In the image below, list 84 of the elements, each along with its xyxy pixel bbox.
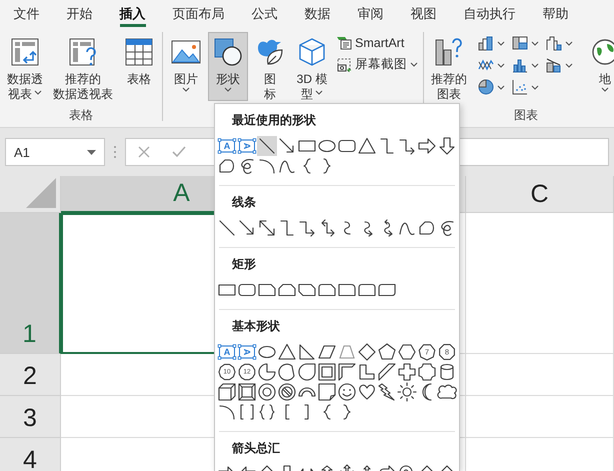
ribbon-tab[interactable]: 自动执行 (450, 0, 529, 28)
chord-shape-icon[interactable] (277, 362, 297, 382)
section-title: 矩形 (231, 256, 256, 272)
histogram-chart-icon (512, 57, 528, 73)
l-shape-shape-icon[interactable] (357, 362, 377, 382)
right-arrow-shape-icon[interactable] (417, 136, 437, 156)
recommended-charts-button[interactable]: 推荐的 图表 (427, 32, 471, 107)
row-header[interactable]: 4 (0, 438, 61, 471)
smiley-face-shape-icon[interactable] (337, 382, 357, 402)
sun-shape-icon[interactable] (397, 382, 417, 402)
line-chart-icon (478, 57, 494, 73)
section-title: 最近使用的形状 (231, 112, 316, 128)
triangle-shape-icon[interactable] (357, 136, 377, 156)
ribbon-tab[interactable]: 帮助 (529, 0, 582, 28)
lightning-bolt-shape-icon[interactable] (377, 382, 397, 402)
ribbon-tab[interactable]: 数据 (291, 0, 344, 28)
pivot-table-icon (9, 36, 41, 68)
row-header[interactable]: 1 (0, 213, 61, 354)
cross-shape-icon[interactable] (397, 362, 417, 382)
scatter-chart-icon (512, 79, 528, 95)
table-button[interactable]: 表格 (119, 32, 159, 92)
pentagon-shape-icon[interactable] (377, 342, 397, 362)
sheet-cell[interactable] (466, 396, 614, 438)
diagonal-stripe-shape-icon[interactable] (377, 362, 397, 382)
icons-button[interactable]: 图 标 (250, 32, 290, 107)
ribbon-tab[interactable]: 审阅 (344, 0, 397, 28)
name-box[interactable]: A1 (5, 138, 105, 166)
ribbon-tab[interactable]: 公式 (238, 0, 291, 28)
frame-shape-icon[interactable] (317, 362, 337, 382)
column-header[interactable]: C (466, 176, 614, 213)
sheet-cell[interactable] (466, 354, 614, 396)
recommended-pivot-table-icon (67, 36, 99, 68)
ribbon-tab[interactable]: 视图 (397, 0, 450, 28)
double-arrow-line-shape-icon[interactable] (257, 218, 277, 238)
group-label: 表格 (68, 107, 94, 123)
model-button[interactable]: 3D 模 型 (292, 32, 332, 107)
half-frame-shape-icon[interactable] (337, 362, 357, 382)
picture-button[interactable]: 图片 (166, 32, 206, 101)
section-title: 基本形状 (231, 318, 280, 334)
waterfall-chart-icon (546, 35, 562, 51)
ribbon-tab[interactable]: 开始 (53, 0, 106, 28)
group-label: 图表 (513, 107, 539, 123)
line-shape-icon[interactable] (257, 136, 277, 156)
triangle-icon (26, 178, 56, 208)
diamond-shape-icon[interactable] (357, 342, 377, 362)
cloud-shape-icon[interactable] (437, 382, 457, 402)
cancel-icon (138, 146, 150, 158)
right-triangle-shape-icon[interactable] (297, 342, 317, 362)
smartart-icon (336, 35, 352, 51)
screenshot-button[interactable]: 屏幕截图 (334, 55, 420, 74)
table-icon (123, 36, 155, 68)
triangle-shape-icon[interactable] (277, 342, 297, 362)
sheet-cell[interactable] (466, 213, 614, 354)
dropdown-arrow-icon (87, 150, 96, 154)
shapes-button[interactable]: 形状 (208, 32, 248, 101)
pie-shape-icon[interactable] (257, 362, 277, 382)
grip-icon (113, 145, 117, 159)
hierarchy-chart-icon (512, 35, 528, 51)
smartart-button[interactable]: SmartArt (334, 34, 420, 52)
screenshot-icon (336, 56, 352, 72)
heart-shape-icon[interactable] (357, 382, 377, 402)
shapes-icon (212, 36, 244, 68)
down-arrow-shape-icon[interactable] (437, 136, 457, 156)
hexagon-shape-icon[interactable] (397, 342, 417, 362)
section-title: 箭头总汇 (231, 440, 280, 456)
row-header[interactable]: 3 (0, 396, 61, 438)
column-chart-icon (478, 35, 494, 51)
recommended-charts-icon (433, 36, 465, 68)
combo-chart-icon (546, 57, 562, 73)
ribbon-tab[interactable]: 页面布局 (159, 0, 238, 28)
bevel-shape-icon[interactable] (237, 382, 257, 402)
recommended-pivot-table-button[interactable]: 推荐的 数据透视表 (49, 32, 117, 107)
section-title: 线条 (230, 194, 256, 210)
donut-shape-icon[interactable] (257, 382, 277, 402)
map-button[interactable]: 地 (585, 32, 614, 101)
ribbon-tab[interactable]: 文件 (0, 0, 53, 28)
pivot-table-button[interactable]: 数据透 视表 (3, 32, 47, 107)
pie-chart-icon (478, 79, 494, 95)
cube-shape-icon[interactable] (217, 382, 237, 402)
check-icon (172, 146, 186, 158)
line-shape-icon[interactable] (217, 218, 237, 238)
row-header[interactable]: 2 (0, 354, 61, 396)
teardrop-shape-icon[interactable] (297, 362, 317, 382)
brace-pair-shape-icon[interactable] (257, 402, 277, 422)
